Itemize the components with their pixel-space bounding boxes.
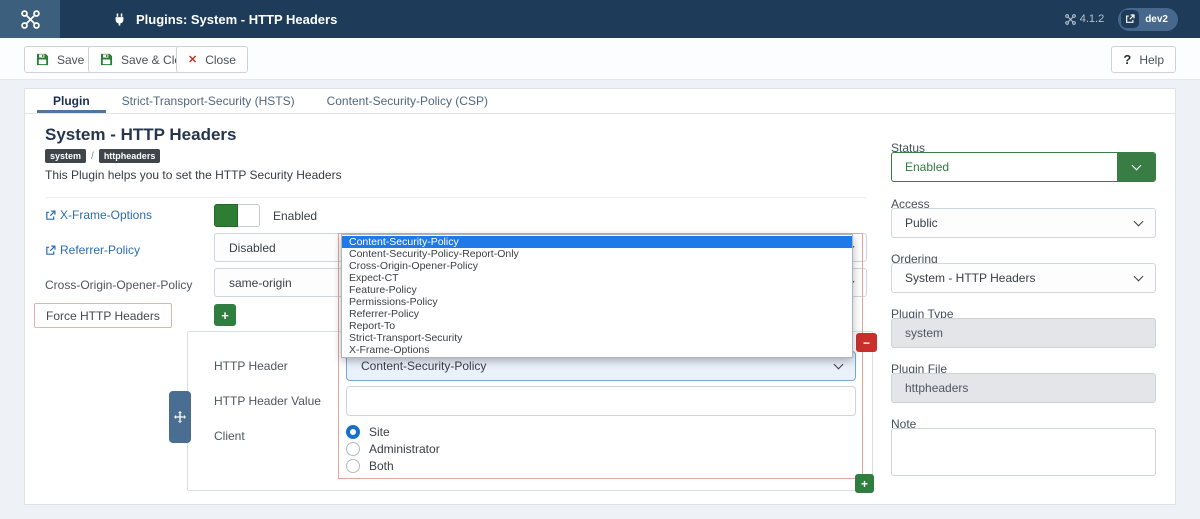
add-row-button[interactable]: + bbox=[214, 304, 236, 326]
http-header-value-label: HTTP Header Value bbox=[214, 394, 321, 408]
save-icon bbox=[36, 53, 49, 66]
x-frame-options-state: Enabled bbox=[273, 209, 317, 223]
drag-handle[interactable] bbox=[169, 391, 191, 443]
action-toolbar: Save Save & Close ✕ Close ? Help bbox=[0, 38, 1200, 80]
plugin-file-badge: httpheaders bbox=[99, 149, 161, 163]
external-link-icon bbox=[45, 245, 56, 256]
joomla-logo-icon bbox=[21, 10, 40, 29]
radio-selected-icon bbox=[346, 425, 360, 439]
x-frame-options-toggle[interactable] bbox=[214, 204, 260, 227]
version-label: 4.1.2 bbox=[1080, 13, 1104, 25]
admin-titlebar: Plugins: System - HTTP Headers 4.1.2 dev… bbox=[0, 0, 1200, 38]
dropdown-option[interactable]: Strict-Transport-Security bbox=[342, 332, 852, 344]
save-button[interactable]: Save bbox=[24, 46, 96, 73]
http-header-label: HTTP Header bbox=[214, 359, 288, 373]
help-button[interactable]: ? Help bbox=[1111, 46, 1176, 73]
radio-icon bbox=[346, 442, 360, 456]
page-title: Plugins: System - HTTP Headers bbox=[136, 12, 337, 27]
x-frame-options-label[interactable]: X-Frame-Options bbox=[45, 208, 152, 222]
dropdown-option[interactable]: Feature-Policy bbox=[342, 284, 852, 296]
dropdown-option[interactable]: X-Frame-Options bbox=[342, 344, 852, 356]
form-tabs: Plugin Strict-Transport-Security (HSTS) … bbox=[25, 89, 1175, 114]
referrer-policy-label[interactable]: Referrer-Policy bbox=[45, 243, 140, 257]
dropdown-option[interactable]: Content-Security-Policy bbox=[342, 236, 852, 248]
tab-plugin[interactable]: Plugin bbox=[37, 89, 106, 113]
badge-separator: / bbox=[91, 151, 94, 162]
dropdown-option[interactable]: Permissions-Policy bbox=[342, 296, 852, 308]
client-label: Client bbox=[214, 429, 245, 443]
edit-form-card: Plugin Strict-Transport-Security (HSTS) … bbox=[24, 88, 1176, 505]
http-header-dropdown: Content-Security-Policy Content-Security… bbox=[341, 234, 853, 358]
status-select[interactable]: Enabled bbox=[891, 152, 1156, 182]
env-badge[interactable]: dev2 bbox=[1118, 8, 1178, 31]
tab-hsts[interactable]: Strict-Transport-Security (HSTS) bbox=[106, 89, 311, 113]
save-label: Save bbox=[57, 53, 84, 67]
ordering-select[interactable]: System - HTTP Headers bbox=[891, 263, 1156, 293]
dropdown-option[interactable]: Report-To bbox=[342, 320, 852, 332]
force-http-headers-label: Force HTTP Headers bbox=[34, 303, 172, 328]
add-row-button-bottom[interactable]: + bbox=[855, 474, 874, 493]
client-radio-administrator[interactable]: Administrator bbox=[346, 442, 440, 456]
plugin-type-badge: system bbox=[45, 149, 86, 163]
remove-row-button[interactable]: − bbox=[856, 333, 877, 352]
chevron-down-icon bbox=[1131, 161, 1141, 171]
plugin-description: This Plugin helps you to set the HTTP Se… bbox=[45, 168, 342, 182]
radio-icon bbox=[346, 459, 360, 473]
joomla-version: 4.1.2 bbox=[1065, 13, 1104, 25]
external-link-icon bbox=[45, 210, 56, 221]
note-textarea[interactable] bbox=[891, 428, 1156, 476]
client-radio-site[interactable]: Site bbox=[346, 425, 390, 439]
client-radio-both[interactable]: Both bbox=[346, 459, 394, 473]
plugin-type-input bbox=[891, 318, 1156, 348]
dropdown-option[interactable]: Expect-CT bbox=[342, 272, 852, 284]
access-select[interactable]: Public bbox=[891, 208, 1156, 238]
dropdown-option[interactable]: Referrer-Policy bbox=[342, 308, 852, 320]
close-button[interactable]: ✕ Close bbox=[176, 46, 248, 73]
external-link-icon bbox=[1121, 10, 1139, 28]
joomla-version-icon bbox=[1065, 14, 1076, 25]
help-label: Help bbox=[1139, 53, 1164, 67]
move-icon bbox=[174, 411, 186, 423]
close-label: Close bbox=[205, 53, 236, 67]
plugin-title: System - HTTP Headers bbox=[45, 125, 236, 145]
cross-origin-opener-policy-label: Cross-Origin-Opener-Policy bbox=[45, 278, 192, 292]
plugin-file-input bbox=[891, 373, 1156, 403]
status-select-cap bbox=[1117, 153, 1155, 181]
tab-csp[interactable]: Content-Security-Policy (CSP) bbox=[311, 89, 504, 113]
save-icon bbox=[100, 53, 113, 66]
chevron-down-icon bbox=[1134, 272, 1144, 282]
help-icon: ? bbox=[1123, 52, 1131, 67]
chevron-down-icon bbox=[1134, 217, 1144, 227]
plugin-badges: system / httpheaders bbox=[45, 149, 160, 163]
dropdown-option[interactable]: Content-Security-Policy-Report-Only bbox=[342, 248, 852, 260]
plug-icon bbox=[113, 13, 126, 26]
joomla-admin-screen: Plugins: System - HTTP Headers 4.1.2 dev… bbox=[0, 0, 1200, 519]
close-icon: ✕ bbox=[188, 53, 197, 66]
divider bbox=[45, 197, 867, 198]
env-badge-label: dev2 bbox=[1145, 14, 1168, 25]
dropdown-option[interactable]: Cross-Origin-Opener-Policy bbox=[342, 260, 852, 272]
http-header-value-input[interactable] bbox=[346, 386, 856, 416]
joomla-logo[interactable] bbox=[0, 0, 60, 38]
chevron-down-icon bbox=[834, 360, 844, 370]
